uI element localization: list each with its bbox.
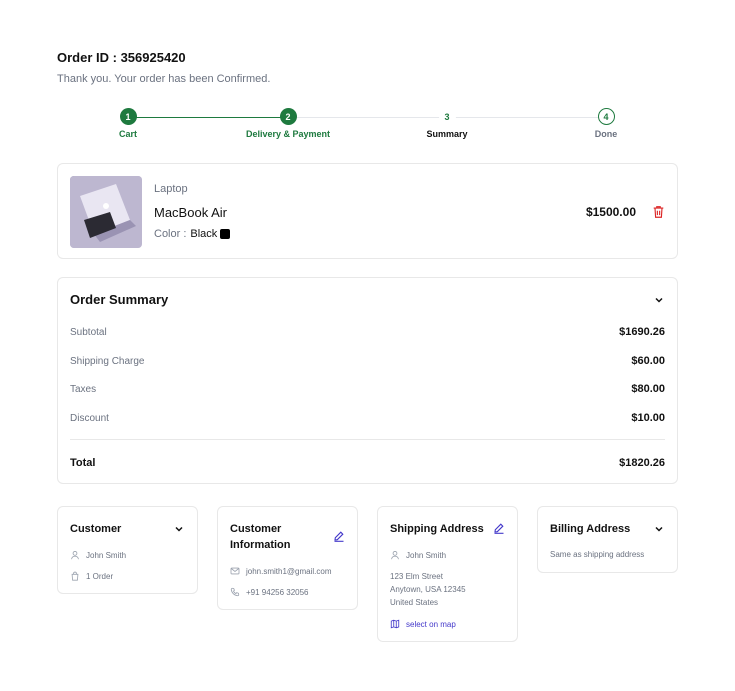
summary-divider bbox=[70, 439, 665, 440]
title-line: Information bbox=[230, 539, 291, 551]
summary-value: $80.00 bbox=[631, 383, 665, 395]
product-category: Laptop bbox=[154, 183, 188, 195]
edit-icon[interactable] bbox=[333, 530, 345, 542]
address-line: United States bbox=[390, 598, 439, 607]
select-on-map-text[interactable]: select on map bbox=[406, 620, 456, 629]
billing-address-title: Billing Address bbox=[550, 523, 631, 535]
address-line: Anytown, USA 12345 bbox=[390, 585, 466, 594]
order-id: Order ID : 356925420 bbox=[57, 50, 186, 65]
chevron-down-icon[interactable] bbox=[173, 523, 185, 535]
phone-icon bbox=[230, 587, 240, 597]
checkout-stepper: 1 Cart 2 Delivery & Payment 3 Summary 4 … bbox=[57, 108, 677, 144]
customer-name: John Smith bbox=[86, 550, 127, 560]
step-label: Summary bbox=[426, 129, 468, 139]
summary-label: Shipping Charge bbox=[70, 355, 145, 367]
summary-value: $60.00 bbox=[631, 355, 665, 367]
shipping-address-lines: 123 Elm Street Anytown, USA 12345 United… bbox=[390, 570, 466, 609]
billing-note-row: Same as shipping address bbox=[550, 550, 644, 559]
order-confirmation-text: Thank you. Your order has been Confirmed… bbox=[57, 73, 271, 85]
shipping-name-row: John Smith bbox=[390, 550, 446, 560]
total-label: Total bbox=[70, 457, 96, 469]
customer-information-card: Customer Information john.smith1@gmail.c… bbox=[217, 506, 358, 610]
summary-label: Taxes bbox=[70, 383, 97, 395]
edit-icon[interactable] bbox=[493, 522, 505, 534]
title-line: Customer bbox=[230, 523, 282, 535]
summary-row-subtotal: Subtotal $1690.26 bbox=[70, 326, 665, 338]
color-value: Black bbox=[190, 228, 218, 240]
summary-row-discount: Discount $10.00 bbox=[70, 412, 665, 424]
customer-email[interactable]: john.smith1@gmail.com bbox=[246, 567, 331, 576]
step-label: Done bbox=[594, 129, 618, 139]
step-cart[interactable]: 1 Cart bbox=[68, 108, 188, 139]
select-on-map-link[interactable]: select on map bbox=[390, 619, 456, 629]
summary-row-taxes: Taxes $80.00 bbox=[70, 383, 665, 395]
customer-phone-row: +91 94256 32056 bbox=[230, 587, 309, 597]
step-label: Cart bbox=[118, 129, 137, 139]
cart-item-card: Laptop MacBook Air Color : Black $1500.0… bbox=[57, 163, 678, 259]
mail-icon bbox=[230, 567, 240, 575]
trash-icon[interactable] bbox=[652, 205, 665, 219]
chevron-down-icon[interactable] bbox=[653, 294, 665, 306]
product-color: Color : Black bbox=[154, 228, 231, 240]
customer-orders-row: 1 Order bbox=[70, 571, 113, 581]
step-number: 2 bbox=[279, 108, 297, 125]
summary-value: $1690.26 bbox=[619, 326, 665, 338]
customer-phone[interactable]: +91 94256 32056 bbox=[246, 588, 309, 597]
summary-label: Discount bbox=[70, 412, 109, 424]
user-icon bbox=[391, 551, 399, 560]
shipping-name: John Smith bbox=[406, 550, 447, 560]
step-done[interactable]: 4 Done bbox=[546, 108, 666, 139]
product-price: $1500.00 bbox=[585, 205, 636, 219]
shopping-bag-icon bbox=[71, 571, 79, 581]
order-summary-card: Order Summary Subtotal $1690.26 Shipping… bbox=[57, 277, 678, 484]
product-name[interactable]: MacBook Air bbox=[154, 205, 227, 220]
address-line: 123 Elm Street bbox=[390, 572, 443, 581]
step-number: 4 bbox=[597, 108, 615, 125]
step-number: 3 bbox=[438, 108, 456, 125]
map-icon bbox=[390, 619, 400, 629]
customer-information-title: Customer Information bbox=[230, 521, 291, 553]
color-swatch bbox=[220, 229, 231, 239]
summary-label: Subtotal bbox=[70, 326, 107, 338]
product-image bbox=[70, 176, 142, 248]
order-summary-title: Order Summary bbox=[70, 292, 169, 307]
summary-row-shipping: Shipping Charge $60.00 bbox=[70, 355, 665, 367]
user-icon bbox=[71, 551, 79, 560]
color-label: Color : bbox=[154, 228, 187, 240]
shipping-address-card: Shipping Address John Smith 123 Elm Stre… bbox=[377, 506, 518, 642]
step-label: Delivery & Payment bbox=[245, 129, 331, 139]
billing-address-card: Billing Address Same as shipping address bbox=[537, 506, 678, 573]
step-summary[interactable]: 3 Summary bbox=[387, 108, 507, 139]
customer-order-count: 1 Order bbox=[86, 571, 114, 581]
customer-card: Customer John Smith 1 Order bbox=[57, 506, 198, 594]
total-value: $1820.26 bbox=[619, 457, 665, 469]
customer-title: Customer bbox=[70, 523, 122, 535]
billing-note: Same as shipping address bbox=[550, 550, 645, 559]
step-delivery-payment[interactable]: 2 Delivery & Payment bbox=[228, 108, 348, 139]
step-number: 1 bbox=[119, 108, 137, 125]
summary-row-total: Total $1820.26 bbox=[70, 457, 665, 469]
customer-name-row: John Smith bbox=[70, 550, 126, 560]
summary-value: $10.00 bbox=[631, 412, 665, 424]
shipping-address-title: Shipping Address bbox=[390, 523, 484, 535]
customer-email-row: john.smith1@gmail.com bbox=[230, 566, 331, 576]
chevron-down-icon[interactable] bbox=[653, 523, 665, 535]
